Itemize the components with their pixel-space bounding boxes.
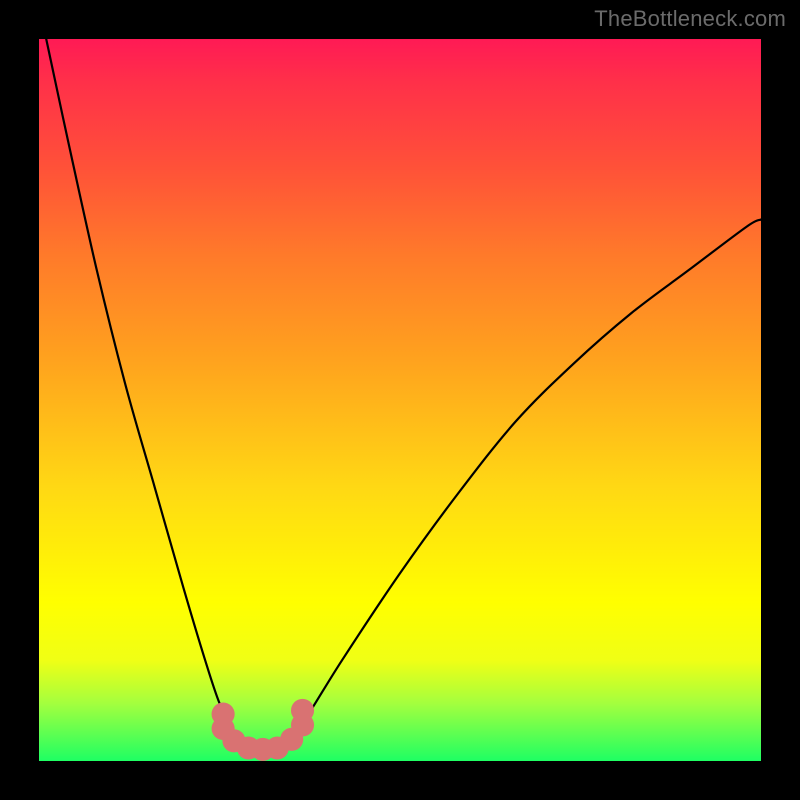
curve-svg <box>39 39 761 761</box>
plot-area <box>39 39 761 761</box>
marker-dot <box>291 699 314 722</box>
bottleneck-curve <box>46 39 761 755</box>
chart-frame: TheBottleneck.com <box>0 0 800 800</box>
watermark-text: TheBottleneck.com <box>594 6 786 32</box>
marker-group <box>212 699 315 761</box>
